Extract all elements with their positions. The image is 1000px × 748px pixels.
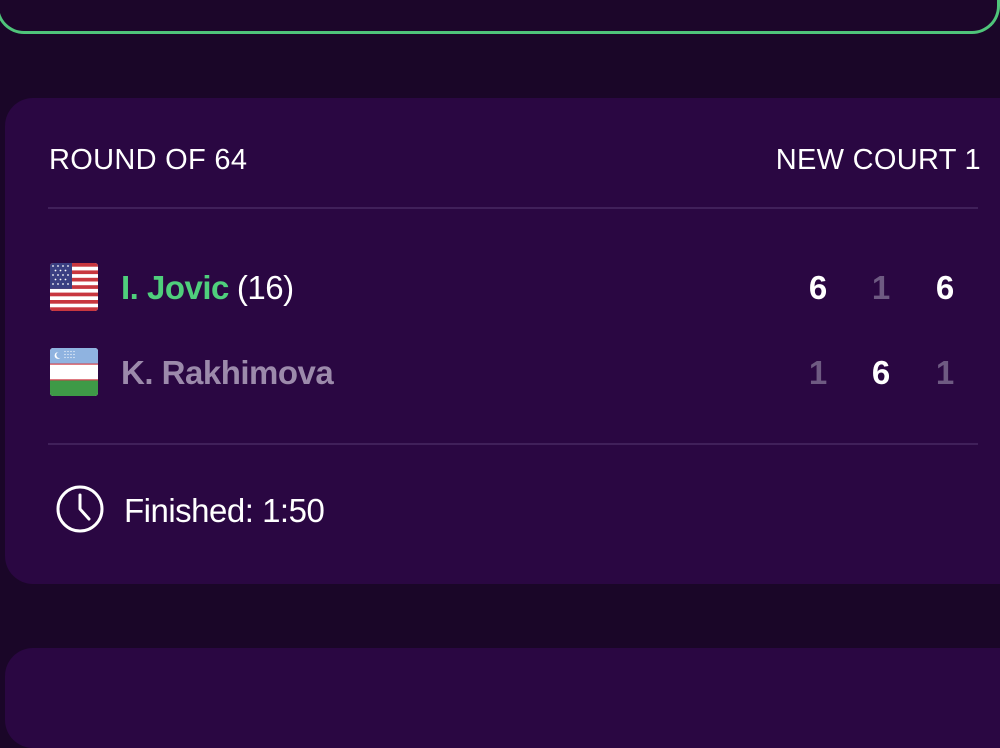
round-label: ROUND OF 64 — [49, 143, 248, 176]
set-score: 1 — [935, 354, 955, 391]
previous-match-card[interactable] — [0, 0, 1000, 34]
divider — [48, 443, 978, 445]
usa-flag-icon — [50, 263, 98, 311]
player-name[interactable]: I. Jovic (16) — [121, 269, 294, 307]
uzbekistan-flag-icon — [50, 348, 98, 396]
match-status: Finished: 1:50 — [55, 484, 325, 539]
set-score: 6 — [808, 269, 828, 306]
divider — [48, 207, 978, 209]
player-row-jovic: I. Jovic (16) 6 1 6 — [50, 263, 970, 313]
match-status-text: Finished: 1:50 — [124, 492, 325, 529]
set-score: 1 — [871, 269, 891, 306]
set-score: 6 — [871, 354, 891, 391]
set-score: 1 — [808, 354, 828, 391]
clock-icon — [55, 484, 105, 539]
court-label: NEW COURT 1 — [775, 143, 981, 176]
next-match-card[interactable] — [5, 648, 1000, 748]
player-name[interactable]: K. Rakhimova — [121, 354, 334, 392]
match-header: ROUND OF 64 NEW COURT 1 — [49, 138, 981, 182]
set-score: 6 — [935, 269, 955, 306]
match-card[interactable]: ROUND OF 64 NEW COURT 1 I. Jovic (16) 6 … — [5, 98, 1000, 584]
player-seed: (16) — [236, 269, 294, 306]
player-row-rakhimova: K. Rakhimova 1 6 1 — [50, 348, 970, 398]
